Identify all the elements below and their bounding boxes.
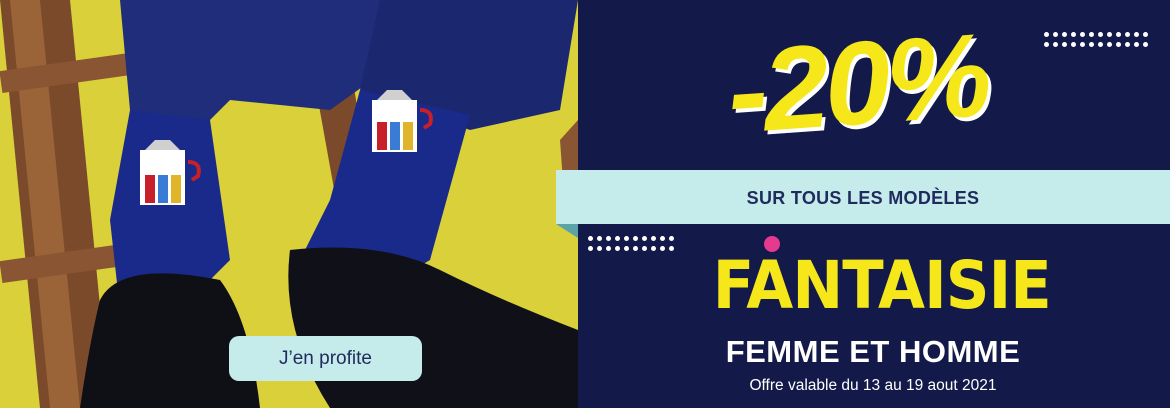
dotted-line-decoration-icon	[588, 236, 678, 246]
dotted-line-decoration-icon	[1044, 32, 1152, 42]
validity-note: Offre valable du 13 au 19 aout 2021	[749, 377, 997, 394]
discount-value: -20%	[723, 9, 992, 159]
dotted-line-decoration-icon	[1044, 42, 1152, 52]
audience-subtitle: FEMME ET HOMME	[725, 334, 1021, 369]
collection-name: FANTAISIE	[712, 247, 1052, 324]
discount-headline: -20%	[723, 9, 1058, 159]
ribbon-fold	[556, 224, 578, 238]
dotted-line-decoration-icon	[588, 246, 678, 256]
ribbon: SUR TOUS LES MODÈLES	[556, 170, 1170, 224]
cta-button[interactable]: J’en profite	[229, 336, 422, 381]
ribbon-text: SUR TOUS LES MODÈLES	[746, 188, 980, 208]
promo-panel: -20% SUR TOUS LES MODÈLES FANTAISIE FEMM…	[556, 0, 1170, 408]
product-photo: J’en profite	[0, 0, 578, 408]
promo-banner[interactable]: J’en profite -20% SUR TOUS LES MODÈLES F…	[0, 0, 1170, 408]
collection-title: FANTAISIE	[698, 246, 1052, 326]
